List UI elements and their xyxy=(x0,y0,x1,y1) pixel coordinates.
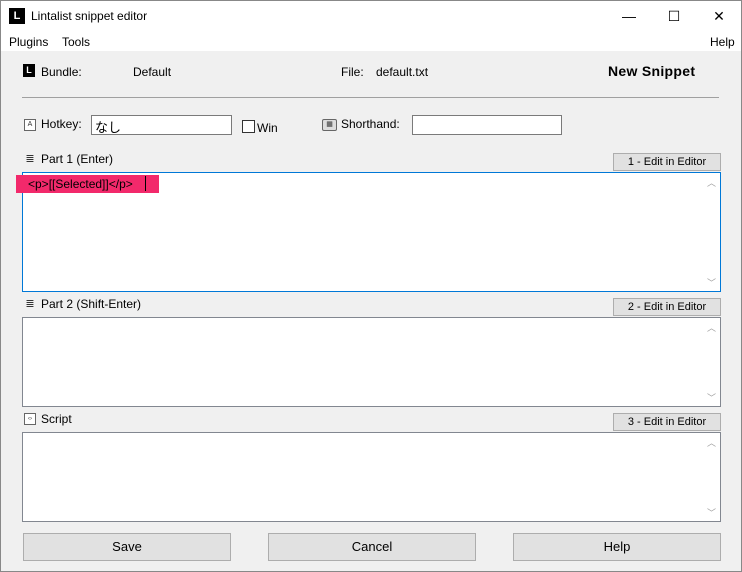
text-caret xyxy=(145,176,146,191)
scroll-up-icon[interactable]: ︿ xyxy=(703,321,720,334)
shorthand-input[interactable] xyxy=(412,115,562,135)
scroll-down-icon[interactable]: ﹀ xyxy=(703,391,720,404)
script-textarea[interactable]: ︿ ﹀ xyxy=(22,432,721,522)
script-icon: ‹› xyxy=(24,413,36,425)
part2-textarea[interactable]: ︿ ﹀ xyxy=(22,317,721,407)
part1-scrollbar[interactable]: ︿ ﹀ xyxy=(703,173,720,291)
part2-edit-in-editor-button[interactable]: 2 - Edit in Editor xyxy=(613,298,721,316)
shorthand-label: Shorthand: xyxy=(341,117,400,131)
hotkey-label: Hotkey: xyxy=(41,117,82,131)
part1-label: Part 1 (Enter) xyxy=(41,152,114,166)
menu-help[interactable]: Help xyxy=(710,35,735,49)
part2-label: Part 2 (Shift-Enter) xyxy=(41,297,142,311)
cancel-button[interactable]: Cancel xyxy=(268,533,476,561)
lintalist-app-icon: L xyxy=(9,8,25,24)
keyboard-icon: ▦ xyxy=(322,119,337,131)
menu-bar: Plugins Tools Help xyxy=(1,32,741,51)
script-scrollbar[interactable]: ︿ ﹀ xyxy=(703,433,720,521)
part1-edit-in-editor-button[interactable]: 1 - Edit in Editor xyxy=(613,153,721,171)
header-divider xyxy=(22,97,719,98)
page-title: New Snippet xyxy=(608,63,696,79)
help-button[interactable]: Help xyxy=(513,533,721,561)
script-label: Script xyxy=(41,412,72,426)
bundle-label: Bundle: xyxy=(41,65,82,79)
part2-scrollbar[interactable]: ︿ ﹀ xyxy=(703,318,720,406)
hotkey-icon: A xyxy=(24,119,36,131)
editor-window: L Lintalist snippet editor — ☐ ✕ Plugins… xyxy=(0,0,742,572)
menu-tools[interactable]: Tools xyxy=(62,35,90,49)
bundle-icon: L xyxy=(23,64,35,77)
scroll-up-icon[interactable]: ︿ xyxy=(703,436,720,449)
part1-content: <p>[[Selected]]</p> xyxy=(28,177,133,191)
bundle-value: Default xyxy=(133,65,172,79)
file-label: File: xyxy=(341,65,364,79)
script-edit-in-editor-button[interactable]: 3 - Edit in Editor xyxy=(613,413,721,431)
save-button[interactable]: Save xyxy=(23,533,231,561)
file-value: default.txt xyxy=(376,65,429,79)
win-checkbox-label: Win xyxy=(257,121,278,135)
title-bar: L Lintalist snippet editor — ☐ ✕ xyxy=(1,1,741,32)
part1-text-icon: ≣ xyxy=(25,153,35,165)
scroll-down-icon[interactable]: ﹀ xyxy=(703,506,720,519)
window-title: Lintalist snippet editor xyxy=(31,9,148,23)
win-checkbox[interactable] xyxy=(242,120,255,133)
scroll-up-icon[interactable]: ︿ xyxy=(703,176,720,189)
part2-text-icon: ≣ xyxy=(25,298,35,310)
minimize-button[interactable]: — xyxy=(606,1,652,32)
maximize-button[interactable]: ☐ xyxy=(651,1,697,32)
scroll-down-icon[interactable]: ﹀ xyxy=(703,276,720,289)
close-button[interactable]: ✕ xyxy=(696,1,742,32)
menu-plugins[interactable]: Plugins xyxy=(9,35,48,49)
hotkey-input[interactable]: なし xyxy=(91,115,232,136)
